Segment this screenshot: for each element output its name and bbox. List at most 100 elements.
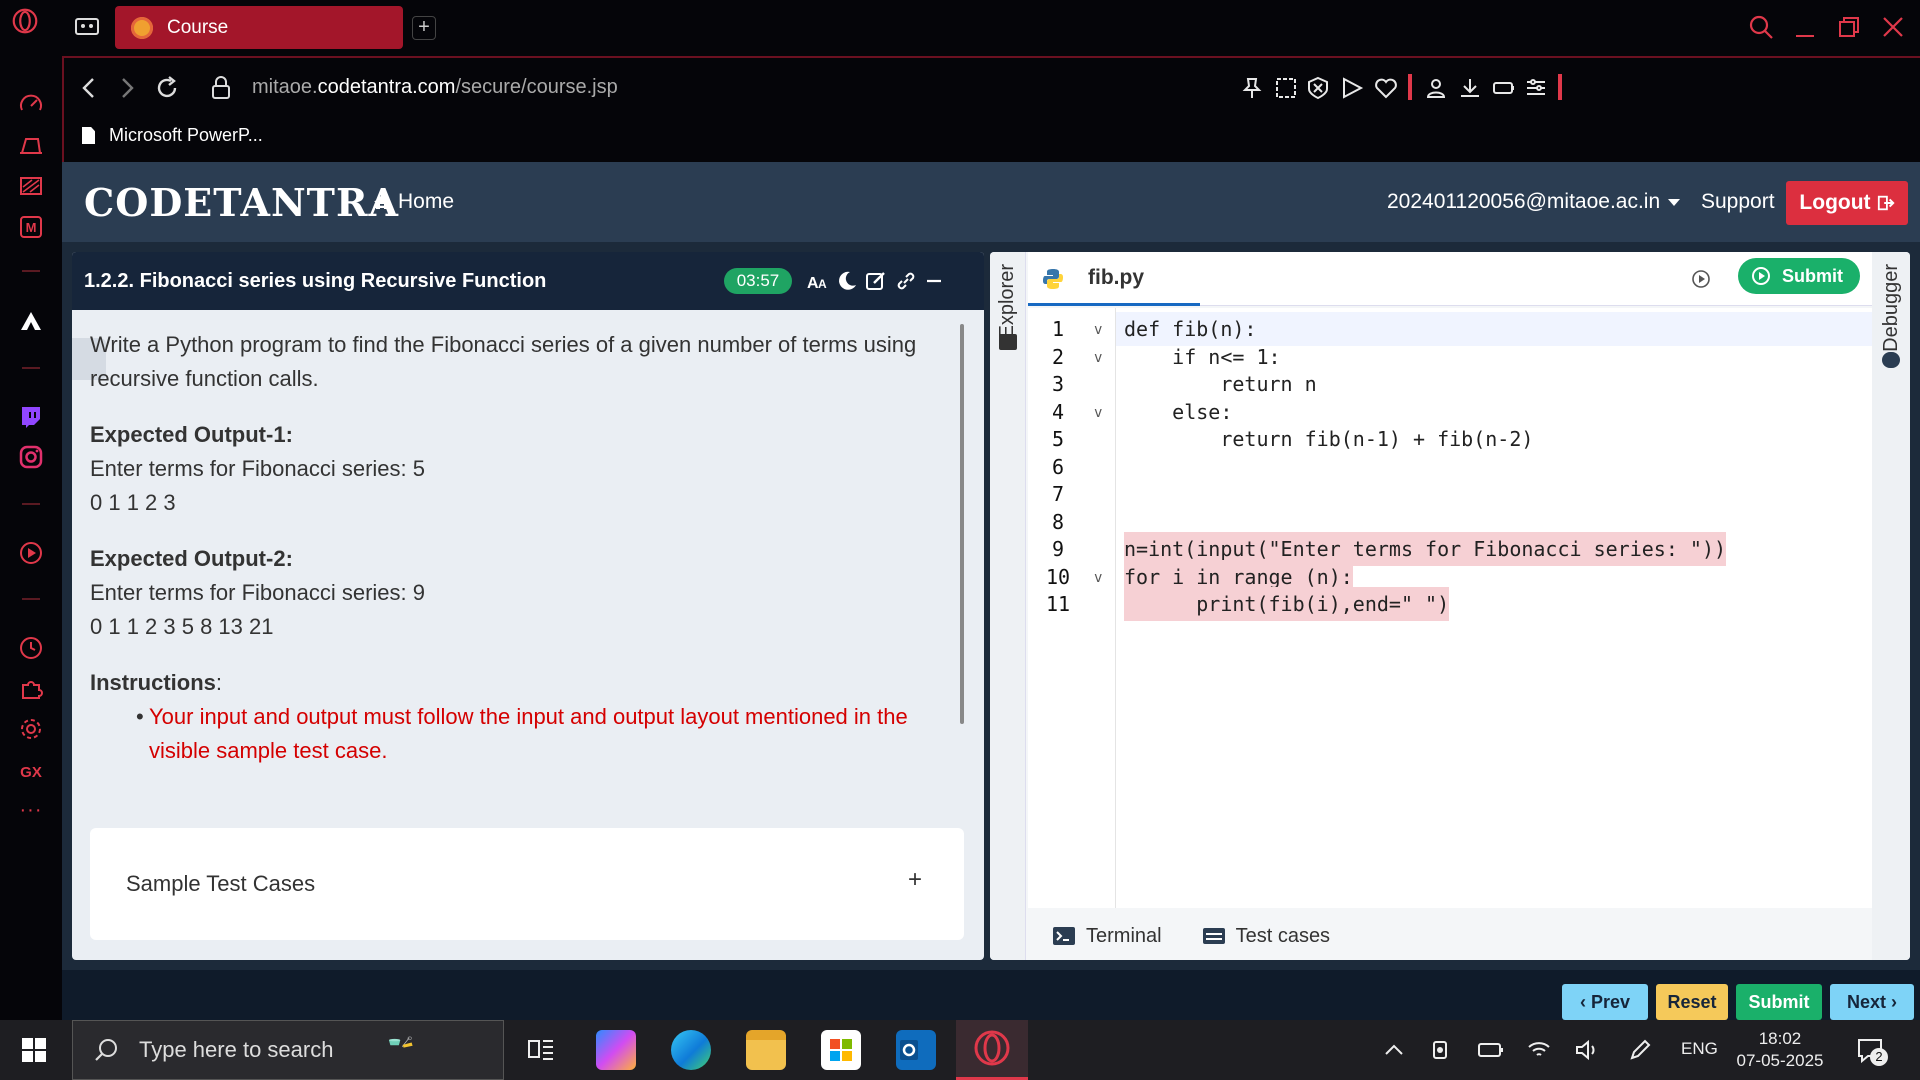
workspace-icon[interactable] [74,14,100,40]
aria-icon[interactable] [18,133,44,159]
line-number-gutter: 1 2 3 4 5 6 7 8 9 10 11 v v v v [1028,308,1116,908]
explorer-side-tab[interactable]: Explorer [990,252,1026,960]
file-explorer-icon[interactable] [746,1030,786,1070]
battery-icon[interactable] [1478,1038,1504,1062]
sample-test-cases-accordion[interactable]: Sample Test Cases + [90,828,964,940]
reset-button[interactable]: Reset [1656,984,1728,1020]
outlook-icon[interactable] [896,1030,936,1070]
next-button[interactable]: Next › [1830,984,1914,1020]
fold-chevron-icon[interactable]: v [1094,322,1102,338]
twitch-icon[interactable] [18,404,44,430]
new-tab-button[interactable]: + [412,16,436,40]
windows-icon[interactable] [22,1038,46,1062]
language-indicator[interactable]: ENG [1681,1039,1718,1059]
task-view-icon[interactable] [528,1038,554,1062]
speed-dial-icon[interactable] [18,92,44,118]
meet-now-icon[interactable] [1430,1038,1454,1062]
search-placeholder: Type here to search [139,1037,334,1062]
terminal-tab[interactable]: Terminal [1052,924,1162,948]
url-host-main: codetantra.com [317,76,456,98]
minimize-icon[interactable] [922,269,946,293]
copilot-icon[interactable] [596,1030,636,1070]
battery-saver-icon[interactable] [1492,76,1516,100]
timer-badge: 03:57 [724,268,792,294]
support-link[interactable]: Support [1701,190,1775,214]
url-host-prefix: mitaoe. [252,76,318,98]
opera-logo-icon[interactable] [12,8,42,38]
reload-icon[interactable] [154,75,180,101]
editor-bottom-tabs: Terminal Test cases [1028,912,1872,960]
extensions-icon[interactable] [18,676,44,702]
volume-icon[interactable] [1574,1038,1600,1062]
edge-icon[interactable] [671,1030,711,1070]
wifi-icon[interactable] [1526,1038,1552,1062]
editor-panel: Explorer fib.py Submit 1 2 3 4 5 6 7 8 9… [990,252,1910,960]
taskbar-search-box[interactable]: Type here to search [72,1020,504,1080]
fold-chevron-icon[interactable]: v [1094,350,1102,366]
clock-time: 18:02 [1758,1029,1802,1048]
show-hidden-icons-icon[interactable] [1382,1038,1406,1062]
notification-icon[interactable]: 2 [1856,1036,1888,1066]
minimize-window-icon[interactable] [1792,14,1818,40]
settings-gear-icon[interactable] [18,716,44,742]
instructions-heading: Instructions [90,670,216,695]
fold-chevron-icon[interactable]: v [1094,570,1102,586]
plus-icon[interactable]: + [908,866,922,894]
opera-sidebar: M GX ··· [0,0,62,1020]
player-icon[interactable] [18,540,44,566]
opera-taskbar-item[interactable] [956,1020,1028,1080]
fold-chevron-icon[interactable]: v [1094,405,1102,421]
test-cases-label: Test cases [1235,924,1331,947]
gx-corner-icon[interactable] [18,173,44,199]
terminal-label: Terminal [1086,924,1162,947]
restore-window-icon[interactable] [1836,14,1862,40]
back-icon[interactable] [76,75,102,101]
question-scrollbar[interactable] [960,324,964,724]
tab-search-icon[interactable] [1748,14,1774,40]
aria-ai-icon[interactable] [18,308,44,334]
edit-icon[interactable] [864,269,888,293]
more-dots-icon[interactable]: ··· [18,800,44,826]
pen-icon[interactable] [1628,1038,1652,1062]
home-link[interactable]: Home [372,190,454,214]
history-icon[interactable] [18,635,44,661]
submit-button[interactable]: Submit [1736,984,1822,1020]
code-editor[interactable]: 1 2 3 4 5 6 7 8 9 10 11 v v v v def fib(… [1028,308,1910,908]
instructions-heading-row: Instructions: [90,666,950,700]
debugger-side-tab[interactable]: Debugger [1872,252,1910,960]
editor-submit-button[interactable]: Submit [1738,258,1860,294]
snapshot-icon[interactable] [1274,76,1298,100]
instructions-colon: : [215,670,223,695]
file-tab-fib-py[interactable]: fib.py [1028,252,1200,306]
close-window-icon[interactable] [1880,14,1906,40]
font-size-icon[interactable]: AA [806,269,830,293]
bookmark-item[interactable]: Microsoft PowerP... [82,125,263,146]
easy-setup-icon[interactable] [1524,76,1548,100]
lock-icon[interactable] [208,75,234,101]
forward-icon[interactable] [114,75,140,101]
pin-icon[interactable] [1240,76,1264,100]
microsoft-store-icon[interactable] [821,1030,861,1070]
messenger-m-icon[interactable]: M [18,214,44,240]
heart-icon[interactable] [1374,76,1398,100]
clock[interactable]: 18:02 07-05-2025 [1732,1028,1828,1072]
test-cases-tab[interactable]: Test cases [1202,924,1330,948]
moon-icon[interactable] [835,269,859,293]
gx-label-icon[interactable]: GX [18,760,44,786]
profile-icon[interactable] [1424,76,1448,100]
user-menu[interactable]: 202401120056@mitaoe.ac.in [1387,190,1681,214]
instagram-icon[interactable] [18,444,44,470]
explorer-label: Explorer [996,264,1018,339]
send-icon[interactable] [1340,76,1364,100]
link-icon[interactable] [894,269,918,293]
logout-button[interactable]: Logout [1786,181,1908,225]
prev-button[interactable]: ‹ Prev [1562,984,1648,1020]
adblock-icon[interactable] [1306,76,1330,100]
url-field[interactable]: mitaoe.codetantra.com/secure/course.jsp [252,76,618,99]
folder-icon [999,334,1017,350]
notification-count-badge: 2 [1870,1048,1888,1066]
browser-tab-course[interactable]: Course [115,6,403,49]
codetantra-logo[interactable]: CODETANTRA [84,180,399,225]
run-icon[interactable] [1690,268,1712,290]
download-icon[interactable] [1458,76,1482,100]
